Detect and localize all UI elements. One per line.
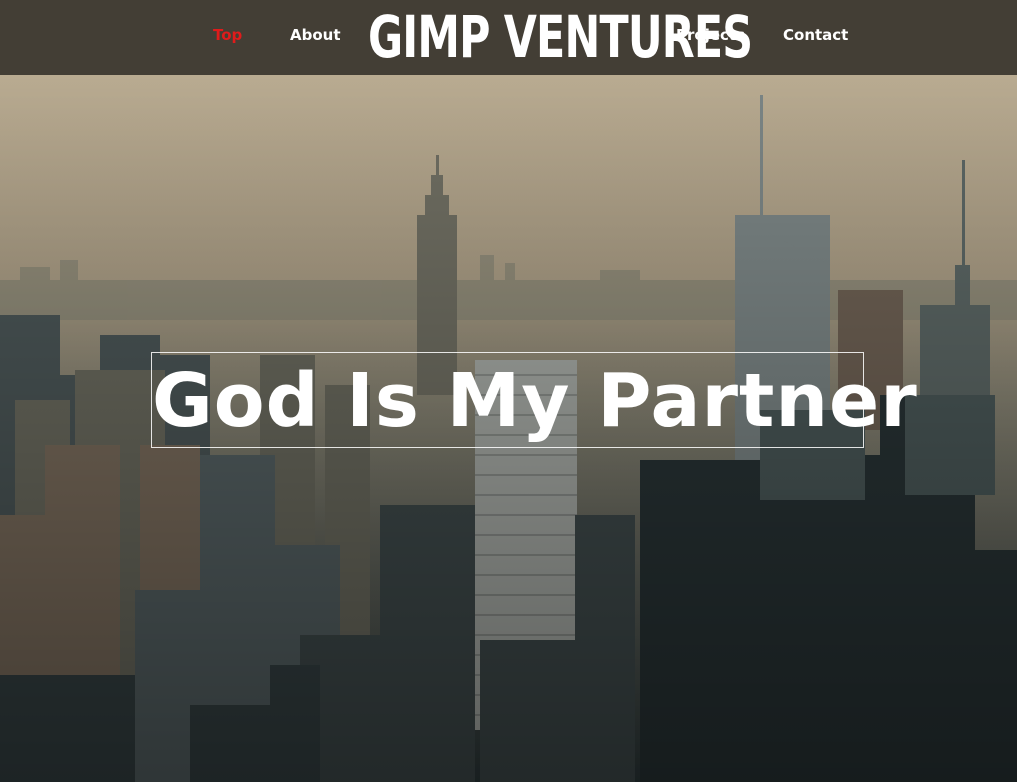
nav-link-top[interactable]: Top bbox=[213, 26, 242, 44]
nav-link-projects[interactable]: Projects bbox=[676, 26, 745, 44]
top-navbar: Top About GIMP VENTURES Projects Contact bbox=[0, 0, 1017, 75]
nav-link-contact[interactable]: Contact bbox=[783, 26, 848, 44]
brand-logo[interactable]: GIMP VENTURES bbox=[368, 5, 753, 69]
page: Top About GIMP VENTURES Projects Contact bbox=[0, 0, 1017, 782]
hero-section: God Is My Partner bbox=[0, 75, 1017, 782]
hero-headline: God Is My Partner bbox=[152, 358, 918, 444]
nav-link-about[interactable]: About bbox=[290, 26, 341, 44]
headline-frame: God Is My Partner bbox=[151, 352, 918, 448]
